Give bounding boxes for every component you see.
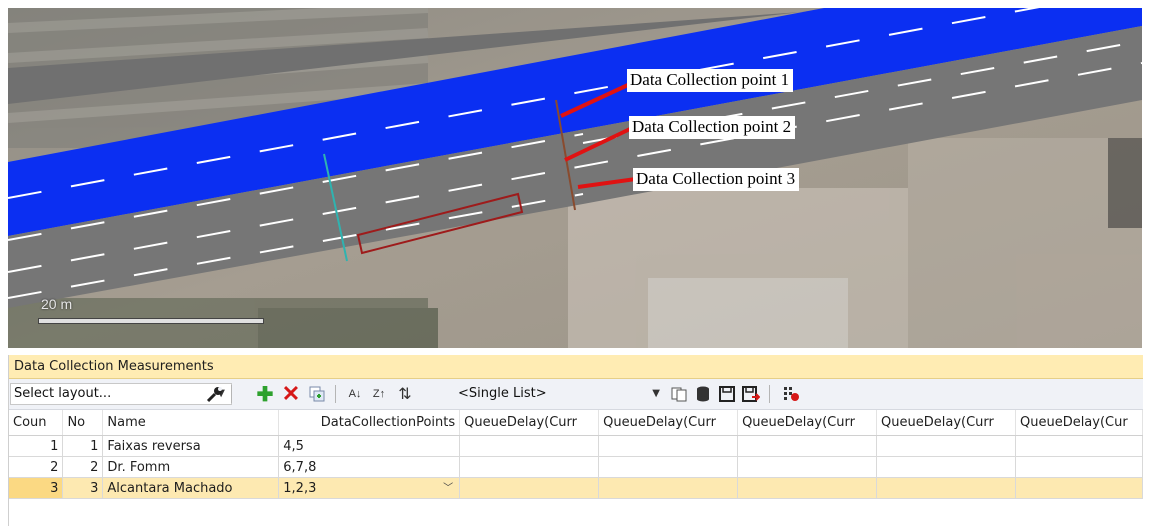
label-data-collection-point-2: Data Collection point 2 xyxy=(629,116,796,139)
column-header-queue-delay[interactable]: QueueDelay(Curr xyxy=(876,410,1016,436)
row-queue-delay-cell[interactable] xyxy=(737,477,878,499)
row-data-collection-points[interactable]: 6,7,8 xyxy=(278,456,461,478)
network-map-view[interactable]: Data Collection point 1 Data Collection … xyxy=(8,8,1142,348)
column-header-name[interactable]: Name xyxy=(102,410,280,436)
measurements-grid: Coun No Name DataCollectionPoints QueueD… xyxy=(9,410,1144,499)
column-header-queue-delay[interactable]: QueueDelay(Curr xyxy=(459,410,600,436)
label-data-collection-point-3: Data Collection point 3 xyxy=(633,168,800,191)
row-queue-delay-cell[interactable] xyxy=(737,456,878,478)
duplicate-icon[interactable] xyxy=(307,384,327,404)
list-select-value: <Single List> xyxy=(458,386,547,401)
grid-header-row: Coun No Name DataCollectionPoints QueueD… xyxy=(9,410,1144,436)
chevron-down-icon[interactable]: ﹀ xyxy=(439,481,457,496)
column-settings-icon[interactable] xyxy=(781,384,801,404)
scale-bar xyxy=(38,318,264,324)
layout-select-value: Select layout... xyxy=(14,386,112,401)
row-name[interactable]: Dr. Fomm xyxy=(102,456,280,478)
row-queue-delay-cell[interactable] xyxy=(459,435,600,457)
row-queue-delay-cell[interactable] xyxy=(598,456,739,478)
list-select[interactable]: <Single List> ▼ xyxy=(455,383,668,405)
row-count: 2 xyxy=(9,456,64,478)
sort-descending-icon[interactable]: Z↑ xyxy=(369,384,389,404)
map-canvas[interactable] xyxy=(8,8,1142,348)
row-queue-delay-cell[interactable] xyxy=(1015,435,1144,457)
table-row-selected[interactable]: 3 3 Alcantara Machado 1,2,3 ﹀ xyxy=(9,477,1144,499)
row-queue-delay-cell[interactable] xyxy=(1015,477,1144,499)
sort-ascending-icon[interactable]: A↓ xyxy=(345,384,365,404)
table-row[interactable]: 2 2 Dr. Fomm 6,7,8 xyxy=(9,456,1144,478)
toolbar-separator xyxy=(231,385,232,403)
scale-label: 20 m xyxy=(41,296,73,312)
column-header-queue-delay[interactable]: QueueDelay(Cur xyxy=(1015,410,1144,436)
column-header-queue-delay[interactable]: QueueDelay(Curr xyxy=(598,410,739,436)
database-icon[interactable] xyxy=(693,384,713,404)
row-no[interactable]: 2 xyxy=(62,456,104,478)
copy-icon[interactable] xyxy=(669,384,689,404)
wrench-icon[interactable] xyxy=(205,384,225,404)
save-as-icon[interactable] xyxy=(741,384,761,404)
row-count: 3 xyxy=(9,477,64,499)
row-queue-delay-cell[interactable] xyxy=(598,435,739,457)
row-queue-delay-cell[interactable] xyxy=(737,435,878,457)
toolbar-separator xyxy=(769,385,770,403)
row-name[interactable]: Faixas reversa xyxy=(102,435,280,457)
panel-title: Data Collection Measurements xyxy=(9,355,1143,379)
label-data-collection-point-1: Data Collection point 1 xyxy=(627,69,794,92)
toolbar: Select layout... ▼ ✚ ✕ A↓ Z↑ ⇅ <Single L… xyxy=(9,379,1143,410)
row-name[interactable]: Alcantara Machado xyxy=(102,477,280,499)
delete-icon[interactable]: ✕ xyxy=(281,381,301,406)
data-collection-panel: Data Collection Measurements Select layo… xyxy=(8,355,1144,526)
row-data-collection-points-editor[interactable]: 1,2,3 ﹀ xyxy=(278,477,461,499)
row-queue-delay-cell[interactable] xyxy=(876,435,1016,457)
row-queue-delay-cell[interactable] xyxy=(598,477,739,499)
table-row[interactable]: 1 1 Faixas reversa 4,5 xyxy=(9,435,1144,457)
row-queue-delay-cell[interactable] xyxy=(876,456,1016,478)
row-data-collection-points[interactable]: 4,5 xyxy=(278,435,461,457)
chevron-down-icon[interactable]: ▼ xyxy=(652,383,660,405)
toolbar-separator xyxy=(335,385,336,403)
row-queue-delay-cell[interactable] xyxy=(876,477,1016,499)
row-no[interactable]: 3 xyxy=(62,477,104,499)
row-data-collection-points: 1,2,3 xyxy=(283,480,317,496)
column-header-queue-delay[interactable]: QueueDelay(Curr xyxy=(737,410,878,436)
row-queue-delay-cell[interactable] xyxy=(459,456,600,478)
row-count: 1 xyxy=(9,435,64,457)
row-queue-delay-cell[interactable] xyxy=(1015,456,1144,478)
row-no[interactable]: 1 xyxy=(62,435,104,457)
row-queue-delay-cell[interactable] xyxy=(459,477,600,499)
clear-sort-icon[interactable]: ⇅ xyxy=(395,384,415,404)
column-header-no[interactable]: No xyxy=(62,410,104,436)
layout-select[interactable]: Select layout... ▼ xyxy=(10,383,232,405)
column-header-data-collection-points[interactable]: DataCollectionPoints xyxy=(278,410,461,436)
add-icon[interactable]: ✚ xyxy=(255,384,275,406)
save-icon[interactable] xyxy=(717,384,737,404)
column-header-count[interactable]: Coun xyxy=(9,410,64,436)
